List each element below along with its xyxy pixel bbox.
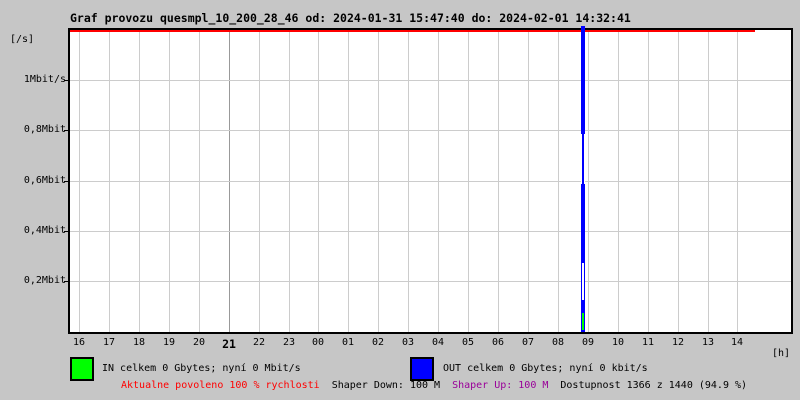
y-tick-2: 0,6Mbit	[23, 175, 66, 186]
y-axis-tick-mark	[64, 281, 70, 282]
spike-hollow-segment	[582, 263, 584, 300]
spike-thin-gap-left	[581, 134, 582, 184]
x-axis-unit: [h]	[771, 348, 790, 359]
max-speed-line	[70, 30, 755, 32]
x-tick-07: 07	[521, 337, 535, 348]
x-tick-03: 03	[401, 337, 415, 348]
x-tick-01: 01	[341, 337, 355, 348]
y-axis-unit: [/s]	[10, 34, 35, 45]
gridline-0,4Mbit	[70, 231, 791, 232]
out-legend-swatch	[410, 357, 434, 381]
x-tick-05: 05	[461, 337, 475, 348]
y-tick-1: 0,8Mbit	[23, 124, 66, 135]
x-tick-20: 20	[192, 337, 206, 348]
plot-area	[68, 26, 793, 334]
x-tick-00: 00	[311, 337, 325, 348]
y-axis-tick-mark	[64, 231, 70, 232]
x-tick-08: 08	[551, 337, 565, 348]
in-legend-label: IN celkem 0 Gbytes; nyní 0 Mbit/s	[102, 363, 301, 374]
gridline-0,2Mbit	[70, 281, 791, 282]
x-tick-17: 17	[102, 337, 116, 348]
grid-container	[70, 30, 791, 332]
x-tick-11: 11	[641, 337, 655, 348]
out-traffic-spike	[581, 26, 585, 332]
x-tick-10: 10	[611, 337, 625, 348]
y-axis-tick-mark	[64, 80, 70, 81]
in-traffic-spike	[582, 313, 584, 330]
availability-text: Dostupnost 1366 z 1440 (94.9 %)	[560, 380, 748, 391]
y-tick-3: 0,4Mbit	[23, 225, 66, 236]
graph-title: Graf provozu quesmpl_10_200_28_46 od: 20…	[70, 11, 631, 25]
y-tick-0: 1Mbit/s	[23, 74, 66, 85]
x-tick-06: 06	[491, 337, 505, 348]
x-tick-18: 18	[132, 337, 146, 348]
shaper-up-text: Shaper Up: 100 M	[452, 380, 549, 391]
x-tick-19: 19	[162, 337, 176, 348]
x-tick-14: 14	[730, 337, 744, 348]
traffic-graph: Graf provozu quesmpl_10_200_28_46 od: 20…	[0, 0, 800, 400]
gridline-0,8Mbit	[70, 130, 791, 131]
y-tick-4: 0,2Mbit	[23, 275, 66, 286]
y-axis-tick-mark	[64, 181, 70, 182]
x-tick-09: 09	[581, 337, 595, 348]
out-legend-label: OUT celkem 0 Gbytes; nyní 0 kbit/s	[443, 363, 648, 374]
x-tick-16: 16	[72, 337, 86, 348]
x-tick-04: 04	[431, 337, 445, 348]
x-tick-22: 22	[252, 337, 266, 348]
x-tick-12: 12	[671, 337, 685, 348]
allowed-speed-text: Aktualne povoleno 100 % rychlosti	[121, 380, 320, 391]
gridline-1Mbit/s	[70, 80, 791, 81]
y-axis-tick-mark	[64, 130, 70, 131]
x-tick-13: 13	[701, 337, 715, 348]
x-tick-02: 02	[371, 337, 385, 348]
x-tick-21: 21	[222, 337, 236, 351]
shaper-down-text: Shaper Down: 100 M	[331, 380, 441, 391]
spike-thin-gap-right	[584, 134, 585, 184]
status-line: Aktualne povoleno 100 % rychlosti Shaper…	[121, 380, 747, 391]
x-tick-23: 23	[282, 337, 296, 348]
in-legend-swatch	[70, 357, 94, 381]
gridline-0,6Mbit	[70, 181, 791, 182]
